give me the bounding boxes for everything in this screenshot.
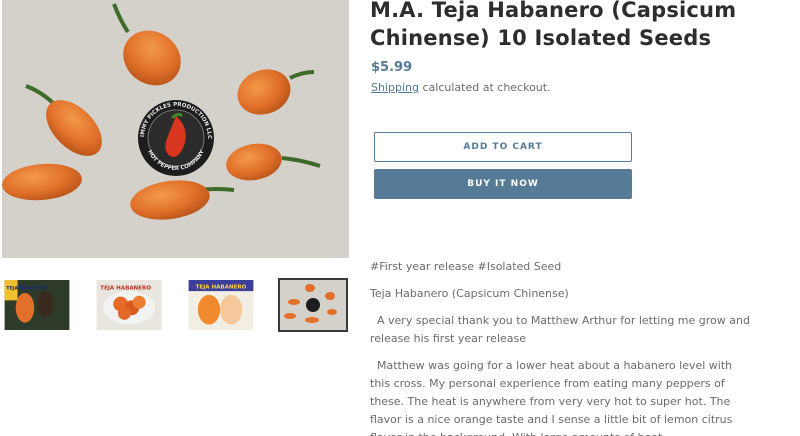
shipping-suffix: calculated at checkout. [419, 81, 551, 94]
buy-it-now-button[interactable]: BUY IT NOW [374, 169, 632, 199]
description-tags: #First year release #Isolated Seed [370, 260, 562, 273]
thumbnail-2-label: TEJA HABANERO [100, 285, 151, 291]
thumbnail-4[interactable] [278, 278, 348, 332]
shipping-link[interactable]: Shipping [371, 81, 419, 94]
product-price: $5.99 [371, 60, 413, 75]
thumbnail-3-label: TEJA HABANERO [196, 284, 247, 290]
description-variety: Teja Habanero (Capsicum Chinense) [370, 287, 569, 300]
thumbnail-1-image: TEJA HABANERO [4, 280, 70, 330]
product-description: #First year release #Isolated Seed Teja … [370, 258, 750, 436]
product-info: M.A. Teja Habanero (Capsicum Chinense) 1… [370, 0, 800, 436]
description-details: Matthew was going for a lower heat about… [370, 359, 733, 436]
thumbnail-2-image: TEJA HABANERO [96, 280, 162, 330]
thumbnail-1[interactable]: TEJA HABANERO [2, 278, 72, 332]
thumbnail-4-image [280, 280, 346, 330]
thumbnail-2[interactable]: TEJA HABANERO [94, 278, 164, 332]
thumbnail-3[interactable]: TEJA HABANERO [186, 278, 256, 332]
product-title: M.A. Teja Habanero (Capsicum Chinense) 1… [370, 0, 737, 50]
shipping-note: Shipping calculated at checkout. [371, 81, 551, 94]
description-thanks: A very special thank you to Matthew Arth… [370, 314, 754, 345]
thumbnail-1-label: TEJA HABANERO [6, 285, 48, 291]
habanero-peppers-photo: JIMMY PICKLES PRODUCTION LLC HOT PEPPER … [2, 0, 349, 258]
thumbnail-3-image: TEJA HABANERO [188, 280, 254, 330]
main-product-image[interactable]: JIMMY PICKLES PRODUCTION LLC HOT PEPPER … [2, 0, 349, 258]
thumbnail-strip: TEJA HABANERO TEJA HABANERO TEJA HABANER… [2, 278, 352, 334]
add-to-cart-button[interactable]: ADD TO CART [374, 132, 632, 162]
